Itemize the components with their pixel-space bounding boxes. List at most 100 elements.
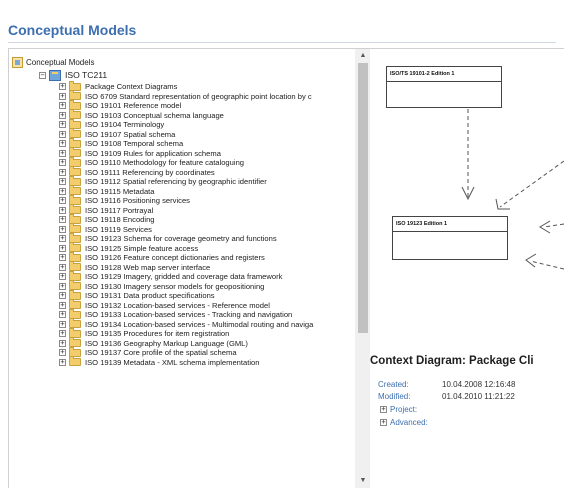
tree-item-label: ISO 19136 Geography Markup Language (GML…: [85, 338, 248, 348]
folder-icon: [69, 356, 81, 367]
tree-item-list: + Package Context Diagrams + ISO 6709 Stand…: [59, 80, 314, 368]
tree-item[interactable]: + ISO 19116 Positioning services: [59, 194, 313, 206]
title-divider: [8, 42, 556, 43]
expand-icon[interactable]: +: [59, 235, 66, 243]
uml-package-iso-19123[interactable]: ISO 19123 Edition 1: [392, 216, 508, 260]
tree-item[interactable]: + ISO 19130 Imagery sensor models for geo…: [59, 280, 313, 292]
tree-item-label: ISO 19112 Spatial referencing by geograp…: [85, 177, 267, 186]
scroll-thumb[interactable]: [358, 63, 368, 333]
arrowhead-diagonal: [495, 198, 510, 210]
tree-item[interactable]: + ISO 19108 Temporal schema: [59, 137, 313, 149]
tree-item[interactable]: + ISO 19119 Services: [59, 223, 313, 235]
expand-icon[interactable]: +: [59, 178, 66, 186]
tree-scrollbar[interactable]: ▲ ▼: [355, 49, 371, 488]
tree-item[interactable]: + ISO 19137 Core profile of the spatial s…: [59, 346, 313, 358]
expand-icon[interactable]: +: [59, 282, 66, 290]
uml-package-iso-19101-2[interactable]: ISO/TS 19101-2 Edition 1: [386, 66, 502, 108]
diagram-panel: ISO/TS 19101-2 Edition 1 ISO 19123 Editi…: [370, 48, 564, 488]
tree-item[interactable]: + ISO 19134 Location-based services - Mul…: [59, 318, 314, 330]
scroll-up-arrow-icon[interactable]: ▲: [355, 49, 371, 63]
expand-icon[interactable]: +: [59, 140, 66, 148]
tree-package-label: ISO TC211: [65, 70, 108, 80]
tree-item-label: ISO 19109 Rules for application schema: [85, 148, 221, 158]
tree-item-label: ISO 6709 Standard representation of geog…: [85, 91, 312, 101]
expand-icon[interactable]: +: [59, 187, 66, 195]
tree-item[interactable]: + ISO 19104 Terminology: [59, 118, 313, 130]
dependency-arrow-right: [543, 223, 564, 228]
project-section-toggle[interactable]: + Project:: [380, 405, 417, 414]
tree-item-label: ISO 19133 Location-based services - Trac…: [85, 310, 293, 319]
tree-root[interactable]: Conceptual Models: [12, 55, 94, 69]
details-title: Context Diagram: Package Cli: [370, 355, 534, 367]
expand-icon[interactable]: +: [59, 206, 66, 214]
expand-icon[interactable]: +: [59, 121, 66, 129]
expand-icon[interactable]: +: [59, 301, 66, 309]
tree-item[interactable]: + ISO 19123 Schema for coverage geometry …: [59, 232, 313, 244]
dependency-arrow-lower: [529, 260, 564, 270]
tree-item[interactable]: + ISO 19136 Geography Markup Language (GM…: [59, 337, 313, 349]
tree-item-label: ISO 19107 Spatial schema: [85, 129, 176, 139]
tree-item[interactable]: + ISO 19129 Imagery, gridded and coverage…: [59, 270, 313, 282]
tree-item-label: ISO 19131 Data product specifications: [85, 291, 215, 300]
expand-icon[interactable]: +: [59, 320, 66, 328]
tree-item[interactable]: + ISO 19139 Metadata - XML schema impleme…: [59, 356, 313, 368]
expand-icon[interactable]: +: [380, 406, 387, 413]
tree-item-label: ISO 19110 Methodology for feature catalo…: [85, 158, 245, 167]
expand-icon[interactable]: +: [59, 339, 66, 347]
tree-item-label: ISO 19101 Reference model: [85, 101, 182, 110]
tree-item[interactable]: + ISO 19131 Data product specifications: [59, 289, 313, 301]
expand-icon[interactable]: +: [59, 244, 66, 252]
expand-icon[interactable]: +: [59, 92, 66, 100]
expand-icon[interactable]: +: [59, 130, 66, 138]
dependency-arrow-diagonal: [499, 160, 564, 208]
tree-item[interactable]: + ISO 19103 Conceptual schema language: [59, 109, 313, 121]
expand-icon[interactable]: +: [59, 149, 66, 157]
expand-icon[interactable]: +: [59, 168, 66, 176]
tree-item[interactable]: + ISO 19117 Portrayal: [59, 204, 313, 216]
tree-item-label: ISO 19129 Imagery, gridded and coverage …: [85, 272, 283, 281]
tree-item[interactable]: + ISO 19132 Location-based services - Ref…: [59, 299, 313, 311]
tree-item[interactable]: + ISO 19135 Procedures for item registrat…: [59, 327, 313, 339]
expand-icon[interactable]: +: [59, 216, 66, 224]
scroll-down-arrow-icon[interactable]: ▼: [355, 474, 371, 488]
tree-item[interactable]: + ISO 19112 Spatial referencing by geogra…: [59, 175, 313, 187]
tree-item-label: ISO 19108 Temporal schema: [85, 139, 184, 148]
expand-icon[interactable]: +: [59, 197, 66, 205]
tree-item[interactable]: + ISO 6709 Standard representation of geo…: [59, 90, 313, 102]
expand-icon[interactable]: +: [59, 159, 66, 167]
expand-icon[interactable]: +: [59, 263, 66, 271]
expand-icon[interactable]: +: [59, 225, 66, 233]
tree-item[interactable]: + ISO 19107 Spatial schema: [59, 128, 313, 140]
tree-item[interactable]: + ISO 19110 Methodology for feature catal…: [59, 156, 313, 168]
advanced-section-toggle[interactable]: + Advanced:: [380, 418, 428, 427]
expand-icon[interactable]: +: [59, 102, 66, 110]
expand-icon[interactable]: +: [59, 83, 66, 91]
tree-item[interactable]: + ISO 19133 Location-based services - Tra…: [59, 308, 313, 320]
tree-item-label: ISO 19118 Encoding: [85, 215, 155, 224]
tree-item[interactable]: + ISO 19125 Simple feature access: [59, 242, 313, 254]
expand-icon[interactable]: +: [59, 330, 66, 338]
expand-icon[interactable]: +: [59, 254, 66, 262]
expand-icon[interactable]: +: [59, 292, 66, 300]
tree-item[interactable]: + ISO 19111 Referencing by coordinates: [59, 166, 313, 178]
tree-item[interactable]: + ISO 19115 Metadata: [59, 185, 313, 197]
tree-item[interactable]: + ISO 19109 Rules for application schema: [59, 147, 313, 159]
expand-icon[interactable]: +: [59, 273, 66, 281]
tree-item-label: ISO 19139 Metadata - XML schema implemen…: [85, 357, 260, 367]
tree-item[interactable]: + ISO 19101 Reference model: [59, 99, 313, 111]
expand-icon[interactable]: +: [59, 349, 66, 357]
tree-item[interactable]: + ISO 19126 Feature concept dictionaries …: [59, 251, 313, 263]
tree-item-label: ISO 19125 Simple feature access: [85, 243, 199, 253]
tree-item[interactable]: + ISO 19128 Web map server interface: [59, 261, 313, 273]
created-value: 10.04.2008 12:16:48: [442, 380, 516, 389]
expand-icon[interactable]: +: [59, 111, 66, 119]
advanced-label: Advanced:: [390, 418, 428, 427]
tree-item[interactable]: + Package Context Diagrams: [59, 80, 313, 92]
expand-icon[interactable]: +: [59, 358, 66, 366]
collapse-icon[interactable]: −: [39, 71, 46, 79]
tree-item[interactable]: + ISO 19118 Encoding: [59, 213, 313, 225]
expand-icon[interactable]: +: [59, 311, 66, 319]
arrowhead-lower: [525, 253, 537, 268]
tree-item-label: ISO 19134 Location-based services - Mult…: [85, 319, 314, 329]
expand-icon[interactable]: +: [380, 419, 387, 426]
